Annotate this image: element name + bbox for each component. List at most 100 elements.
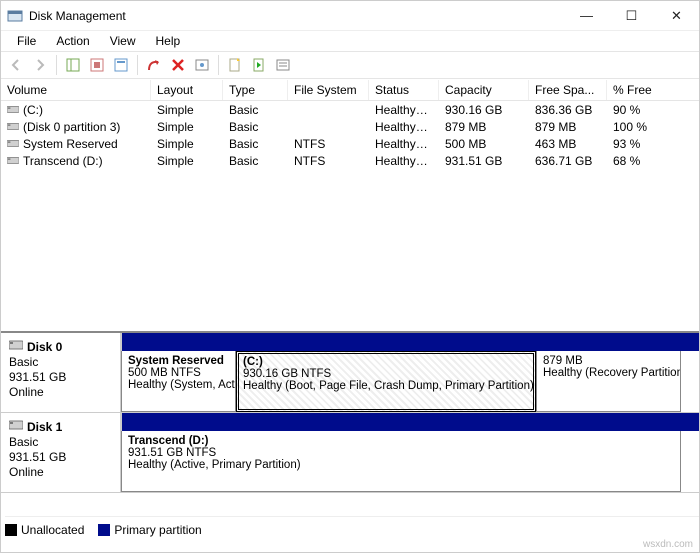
partition-name: Transcend (D:): [128, 435, 674, 447]
list-button[interactable]: [272, 54, 294, 76]
disk-header[interactable]: Disk 0Basic931.51 GBOnline: [1, 333, 121, 412]
swatch-unallocated: [5, 524, 17, 536]
legend: Unallocated Primary partition: [5, 516, 699, 538]
minimize-button[interactable]: —: [564, 1, 609, 30]
partition-size: 930.16 GB NTFS: [243, 368, 529, 380]
volume-list[interactable]: (C:)SimpleBasicHealthy (B...930.16 GB836…: [1, 101, 699, 169]
volume-status: Healthy (A...: [369, 151, 439, 171]
partition[interactable]: Transcend (D:)931.51 GB NTFSHealthy (Act…: [121, 431, 681, 492]
app-icon: [7, 8, 23, 24]
partition-color-bar: [121, 333, 699, 351]
partition[interactable]: (C:)930.16 GB NTFSHealthy (Boot, Page Fi…: [236, 351, 536, 412]
col-layout[interactable]: Layout: [151, 80, 223, 100]
partition-color-bar: [121, 413, 699, 431]
disk-size: 931.51 GB: [9, 370, 112, 384]
settings-button[interactable]: [191, 54, 213, 76]
partition-name: (C:): [243, 356, 529, 368]
delete-button[interactable]: [167, 54, 189, 76]
menu-action[interactable]: Action: [46, 32, 99, 50]
properties-button[interactable]: [86, 54, 108, 76]
disk-state: Online: [9, 385, 112, 399]
col-type[interactable]: Type: [223, 80, 288, 100]
partition-size: 931.51 GB NTFS: [128, 447, 674, 459]
partition-status: Healthy (Active, Primary Partition): [128, 459, 674, 471]
partition-status: Healthy (Boot, Page File, Crash Dump, Pr…: [243, 380, 529, 392]
volume-fs: [288, 107, 369, 113]
help-button[interactable]: [110, 54, 132, 76]
volume-name: System Reserved: [23, 137, 118, 151]
disk-type: Basic: [9, 435, 112, 449]
toolbar-separator: [218, 55, 219, 75]
volume-row[interactable]: System ReservedSimpleBasicNTFSHealthy (S…: [1, 135, 699, 152]
volume-layout: Simple: [151, 151, 223, 171]
menu-help[interactable]: Help: [146, 32, 191, 50]
menu-view[interactable]: View: [100, 32, 146, 50]
volume-row[interactable]: (C:)SimpleBasicHealthy (B...930.16 GB836…: [1, 101, 699, 118]
disk-icon: [9, 419, 23, 434]
volume-name: (Disk 0 partition 3): [23, 120, 120, 134]
partitions: Transcend (D:)931.51 GB NTFSHealthy (Act…: [121, 431, 699, 492]
col-capacity[interactable]: Capacity: [439, 80, 529, 100]
drive-icon: [7, 154, 19, 168]
partition-size: 500 MB NTFS: [128, 367, 229, 379]
disk-icon: [9, 339, 23, 354]
volume-name: Transcend (D:): [23, 154, 103, 168]
col-pct[interactable]: % Free: [607, 80, 667, 100]
legend-primary: Primary partition: [98, 523, 201, 537]
partition-strip: Transcend (D:)931.51 GB NTFSHealthy (Act…: [121, 413, 699, 492]
disk-title: Disk 0: [27, 340, 62, 354]
swatch-primary: [98, 524, 110, 536]
col-free[interactable]: Free Spa...: [529, 80, 607, 100]
partition-status: Healthy (System, Active,: [128, 379, 229, 391]
maximize-button[interactable]: ☐: [609, 1, 654, 30]
disk-row: Disk 1Basic931.51 GBOnlineTranscend (D:)…: [1, 413, 699, 493]
refresh-button[interactable]: [143, 54, 165, 76]
volume-fs: [288, 124, 369, 130]
new-button[interactable]: [224, 54, 246, 76]
volume-fs: NTFS: [288, 151, 369, 171]
disk-title: Disk 1: [27, 420, 62, 434]
disk-header[interactable]: Disk 1Basic931.51 GBOnline: [1, 413, 121, 492]
disk-state: Online: [9, 465, 112, 479]
show-hide-tree-button[interactable]: [62, 54, 84, 76]
col-status[interactable]: Status: [369, 80, 439, 100]
volume-pct: 68 %: [607, 151, 667, 171]
partition-status: Healthy (Recovery Partition: [543, 367, 674, 379]
toolbar-separator: [137, 55, 138, 75]
volume-row[interactable]: Transcend (D:) SimpleBasicNTFSHealthy (A.…: [1, 152, 699, 169]
action-button[interactable]: [248, 54, 270, 76]
volume-free: 636.71 GB: [529, 151, 607, 171]
disk-map: Disk 0Basic931.51 GBOnlineSystem Reserve…: [1, 331, 699, 511]
drive-icon: [7, 137, 19, 151]
legend-unallocated: Unallocated: [5, 523, 84, 537]
menu-file[interactable]: File: [7, 32, 46, 50]
menubar: File Action View Help: [1, 31, 699, 51]
partition[interactable]: System Reserved500 MB NTFSHealthy (Syste…: [121, 351, 236, 412]
partition-name: System Reserved: [128, 355, 229, 367]
drive-icon: [7, 103, 19, 117]
disk-row: Disk 0Basic931.51 GBOnlineSystem Reserve…: [1, 333, 699, 413]
col-filesystem[interactable]: File System: [288, 80, 369, 100]
close-button[interactable]: ✕: [654, 1, 699, 30]
titlebar: Disk Management — ☐ ✕: [1, 1, 699, 31]
disk-type: Basic: [9, 355, 112, 369]
forward-button[interactable]: [29, 54, 51, 76]
partitions: System Reserved500 MB NTFSHealthy (Syste…: [121, 351, 699, 412]
volume-row[interactable]: (Disk 0 partition 3)SimpleBasicHealthy (…: [1, 118, 699, 135]
volume-capacity: 931.51 GB: [439, 151, 529, 171]
toolbar: [1, 51, 699, 79]
volume-name: (C:): [23, 103, 43, 117]
partition[interactable]: 879 MBHealthy (Recovery Partition: [536, 351, 681, 412]
toolbar-separator: [56, 55, 57, 75]
col-volume[interactable]: Volume: [1, 80, 151, 100]
disk-size: 931.51 GB: [9, 450, 112, 464]
drive-icon: [7, 120, 19, 134]
volume-type: Basic: [223, 151, 288, 171]
window-title: Disk Management: [29, 9, 564, 23]
back-button[interactable]: [5, 54, 27, 76]
partition-strip: System Reserved500 MB NTFSHealthy (Syste…: [121, 333, 699, 412]
watermark: wsxdn.com: [643, 539, 693, 550]
volume-list-header: Volume Layout Type File System Status Ca…: [1, 79, 699, 101]
partition-size: 879 MB: [543, 355, 674, 367]
window-controls: — ☐ ✕: [564, 1, 699, 30]
